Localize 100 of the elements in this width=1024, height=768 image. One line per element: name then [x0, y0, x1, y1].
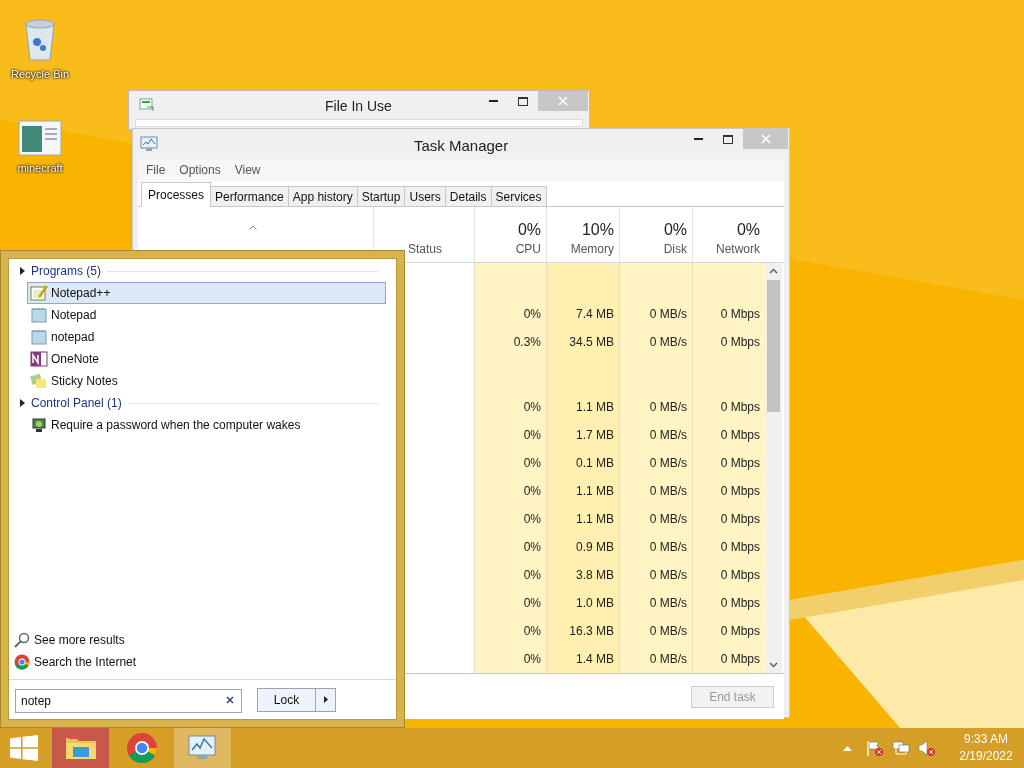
table-cell: 0%	[474, 617, 546, 645]
search-result-item[interactable]: notepad	[27, 326, 386, 348]
column-header[interactable]: 0% CPU	[474, 207, 546, 262]
table-cell: 0 Mbps	[692, 533, 765, 561]
speaker-icon	[918, 740, 936, 756]
chrome-icon	[14, 654, 30, 670]
table-cell: 1.1 MB	[546, 477, 619, 505]
table-cell: 0 Mbps	[692, 645, 765, 673]
window-title: File In Use	[325, 97, 392, 116]
search-field[interactable]: notep	[15, 688, 242, 713]
table-cell: 0 MB/s	[619, 421, 692, 449]
table-cell: 0 MB/s	[619, 449, 692, 477]
column-header[interactable]: Status	[408, 240, 443, 258]
table-cell: 0 MB/s	[619, 561, 692, 589]
table-cell: 0%	[474, 561, 546, 589]
column-label: Memory	[570, 241, 614, 258]
section-header[interactable]: Programs (5)	[31, 262, 101, 280]
scroll-down-icon	[769, 662, 778, 668]
sticky-notes-icon	[30, 373, 48, 389]
column-percent: 10%	[581, 220, 614, 240]
clock-date: 2/19/2022	[959, 748, 1013, 765]
table-cell: 0 MB/s	[619, 300, 692, 328]
table-cell: 0 Mbps	[692, 421, 765, 449]
search-icon	[14, 632, 30, 648]
table-cell: 0 MB/s	[619, 477, 692, 505]
table-cell: 0%	[474, 477, 546, 505]
tab[interactable]: Performance	[210, 186, 289, 207]
table-cell: 0%	[474, 300, 546, 328]
close-icon	[760, 134, 771, 144]
table-cell: 0%	[474, 421, 546, 449]
column-percent: 0%	[663, 220, 687, 240]
table-cell: 0%	[474, 589, 546, 617]
column-header[interactable]: 0% Network	[692, 207, 765, 262]
column-header[interactable]: 0% Disk	[619, 207, 692, 262]
table-cell: 1.1 MB	[546, 505, 619, 533]
table-cell: 1.4 MB	[546, 645, 619, 673]
table-cell: 0.9 MB	[546, 533, 619, 561]
expand-arrow-icon	[20, 267, 25, 275]
table-cell: 0 Mbps	[692, 328, 765, 356]
taskbar-app-button[interactable]	[174, 728, 231, 768]
column-label: CPU	[515, 241, 541, 258]
menu-item[interactable]: View	[234, 161, 261, 179]
table-cell: 0.3%	[474, 328, 546, 356]
table-cell: 7.4 MB	[546, 300, 619, 328]
search-result-item[interactable]: Notepad	[27, 304, 386, 326]
table-cell: 0 MB/s	[619, 393, 692, 421]
table-cell: 0 MB/s	[619, 533, 692, 561]
table-cell: 0 Mbps	[692, 300, 765, 328]
search-result-item[interactable]: Require a password when the computer wakes	[27, 414, 386, 436]
computer-icon	[30, 417, 48, 433]
table-cell: 1.7 MB	[546, 421, 619, 449]
scroll-up-icon	[769, 268, 778, 274]
close-icon	[558, 96, 568, 106]
recycle-bin-icon	[22, 18, 58, 62]
menu-item[interactable]: File	[146, 161, 166, 179]
table-cell: 1.0 MB	[546, 589, 619, 617]
table-cell: 3.8 MB	[546, 561, 619, 589]
column-percent: 0%	[736, 220, 760, 240]
table-cell: 0 Mbps	[692, 505, 765, 533]
search-link[interactable]: Search the Internet	[14, 651, 396, 673]
column-header[interactable]: 10% Memory	[546, 207, 619, 262]
search-link[interactable]: See more results	[14, 629, 396, 651]
scrollbar[interactable]	[765, 263, 782, 673]
tab[interactable]: App history	[287, 186, 358, 207]
table-cell: 0 MB/s	[619, 645, 692, 673]
tab[interactable]: Details	[444, 186, 492, 207]
search-result-item[interactable]: Sticky Notes	[27, 370, 386, 392]
notepad-icon	[30, 307, 48, 323]
tab[interactable]: Services	[490, 186, 547, 207]
table-cell: 0 Mbps	[692, 589, 765, 617]
arrow-icon	[323, 696, 328, 703]
network-icon	[892, 740, 910, 756]
table-cell: 0 MB/s	[619, 505, 692, 533]
taskbar-app-button[interactable]	[52, 728, 109, 768]
clear-icon[interactable]	[226, 695, 234, 704]
table-cell: 16.3 MB	[546, 617, 619, 645]
window-icon	[18, 120, 62, 156]
column-label: Disk	[663, 241, 687, 258]
table-cell: 1.1 MB	[546, 393, 619, 421]
table-cell: 0 Mbps	[692, 449, 765, 477]
table-cell: 34.5 MB	[546, 328, 619, 356]
section-header[interactable]: Control Panel (1)	[31, 394, 122, 412]
scroll-thumb[interactable]	[767, 280, 780, 412]
table-cell: 0 Mbps	[692, 477, 765, 505]
table-cell: 0 MB/s	[619, 617, 692, 645]
window-app-icon	[139, 98, 155, 112]
menu-item[interactable]: Options	[179, 161, 221, 179]
tab[interactable]: Startup	[356, 186, 406, 207]
column-label: Network	[716, 241, 760, 258]
table-cell: 0 Mbps	[692, 617, 765, 645]
onenote-icon	[30, 351, 48, 367]
table-cell: 0 Mbps	[692, 393, 765, 421]
table-cell: 0 MB/s	[619, 328, 692, 356]
tab[interactable]: Users	[404, 186, 446, 207]
notepad-icon	[30, 285, 48, 301]
table-cell: 0%	[474, 533, 546, 561]
search-result-item[interactable]: Notepad++	[27, 282, 386, 304]
tab[interactable]: Processes	[141, 182, 212, 207]
search-result-item[interactable]: OneNote	[27, 348, 386, 370]
table-cell: 0%	[474, 645, 546, 673]
